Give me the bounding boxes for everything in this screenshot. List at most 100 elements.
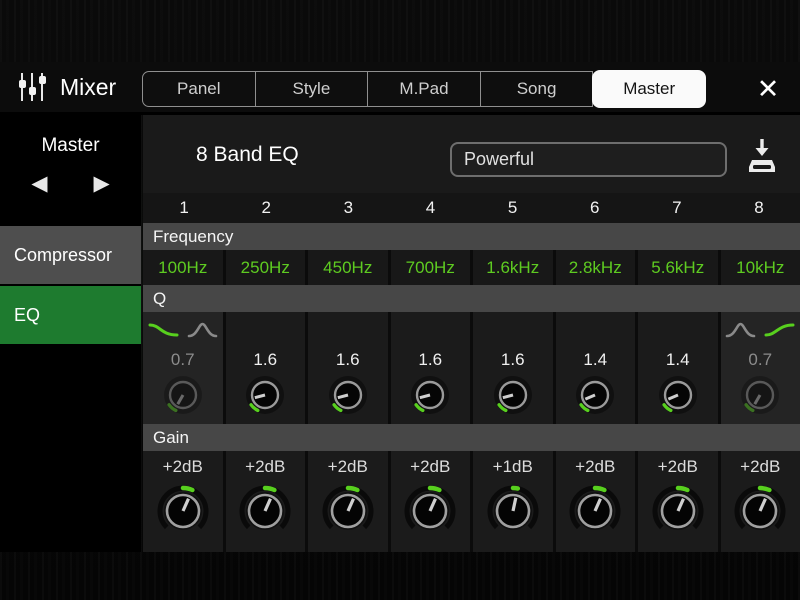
frequency-value-band7[interactable]: 5.6kHz (638, 250, 718, 285)
q-value: 0.7 (170, 350, 195, 369)
gain-control-band4: +2dB (390, 451, 470, 552)
part-prev-arrow-icon[interactable]: ◀ (31, 171, 47, 196)
q-knob[interactable] (572, 371, 618, 419)
sidebar-item-compressor[interactable]: Compressor (0, 226, 141, 284)
q-control-band4: 1.6 (390, 347, 470, 424)
gain-value: +2dB (327, 457, 368, 476)
mixer-sliders-icon (19, 73, 46, 101)
filter-type-band8 (720, 312, 800, 347)
gain-value: +2dB (657, 457, 698, 476)
tab-song[interactable]: Song (480, 71, 594, 107)
q-value: 0.7 (748, 350, 773, 369)
filter-type-band5 (473, 312, 553, 347)
high-shelf-icon[interactable] (764, 320, 795, 340)
gain-control-band2: +2dB (225, 451, 305, 552)
filter-type-band3 (308, 312, 388, 347)
gain-section-header: Gain (143, 424, 800, 451)
gain-control-band7: +2dB (638, 451, 718, 552)
q-control-band5: 1.6 (473, 347, 553, 424)
tab-mpad[interactable]: M.Pad (368, 71, 481, 107)
frequency-value-band3[interactable]: 450Hz (308, 250, 388, 285)
gain-value: +2dB (245, 457, 286, 476)
gain-control-band1: +2dB (143, 451, 223, 552)
frequency-value-band4[interactable]: 700Hz (390, 250, 470, 285)
frequency-value-band6[interactable]: 2.8kHz (555, 250, 635, 285)
gain-value: +2dB (410, 457, 451, 476)
q-knob[interactable] (407, 371, 453, 419)
part-next-arrow-icon[interactable]: ▶ (94, 171, 110, 196)
filter-type-band1 (143, 312, 223, 347)
band-number-row: 1 2 3 4 5 6 7 8 (143, 193, 800, 223)
sidebar: Master ◀ ▶ Compressor EQ (0, 115, 141, 552)
frequency-value-row: 100Hz 250Hz 450Hz 700Hz 1.6kHz 2.8kHz 5.… (143, 250, 800, 285)
q-value: 1.6 (335, 350, 360, 369)
tab-style[interactable]: Style (255, 71, 369, 107)
close-icon[interactable]: ✕ (750, 73, 786, 105)
q-knob[interactable] (737, 371, 783, 419)
filter-type-band4 (390, 312, 470, 347)
gain-control-band3: +2dB (308, 451, 388, 552)
gain-knob-row: +2dB +2dB +2dB +2dB +1dB +2dB +2dB +2dB (143, 451, 800, 552)
q-knob[interactable] (242, 371, 288, 419)
q-control-band8: 0.7 (720, 347, 800, 424)
band-number: 5 (507, 198, 518, 217)
q-knob[interactable] (655, 371, 701, 419)
band-number: 7 (672, 198, 682, 217)
gain-knob[interactable] (649, 479, 707, 543)
gain-control-band6: +2dB (555, 451, 635, 552)
eq-panel: 8 Band EQ Powerful 1 2 3 4 5 6 7 8 Frequ… (143, 115, 800, 552)
q-knob[interactable] (490, 371, 536, 419)
q-value: 1.4 (665, 350, 690, 369)
frequency-value-band2[interactable]: 250Hz (225, 250, 305, 285)
q-control-band2: 1.6 (225, 347, 305, 424)
q-knob-row: 0.7 1.6 1.6 1.6 1.6 1.4 1.4 0.7 (143, 347, 800, 424)
frequency-section-header: Frequency (143, 223, 800, 250)
mixer-tabbar: Panel Style M.Pad Song Master (142, 71, 705, 107)
band-number: 3 (343, 198, 354, 217)
gain-knob[interactable] (401, 479, 459, 543)
part-selector-label: Master (41, 135, 100, 156)
tab-master[interactable]: Master (593, 71, 705, 107)
frequency-value-band1[interactable]: 100Hz (143, 250, 223, 285)
q-knob[interactable] (325, 371, 371, 419)
frequency-value-band8[interactable]: 10kHz (720, 250, 800, 285)
q-control-band1: 0.7 (143, 347, 223, 424)
gain-knob[interactable] (484, 479, 542, 543)
gain-value: +2dB (740, 457, 781, 476)
q-control-band3: 1.6 (308, 347, 388, 424)
q-value: 1.6 (500, 350, 525, 369)
frequency-value-band5[interactable]: 1.6kHz (473, 250, 553, 285)
eq-page-title: 8 Band EQ (196, 143, 299, 166)
q-value: 1.6 (253, 350, 278, 369)
q-section-header: Q (143, 285, 800, 312)
band-number: 6 (589, 198, 600, 217)
q-control-band6: 1.4 (555, 347, 635, 424)
filter-type-band7 (638, 312, 718, 347)
preset-selector[interactable]: Powerful (450, 142, 727, 177)
gain-knob[interactable] (731, 479, 789, 543)
gain-knob[interactable] (319, 479, 377, 543)
gain-value: +2dB (575, 457, 616, 476)
band-number: 2 (261, 198, 271, 217)
gain-knob[interactable] (154, 479, 212, 543)
gain-knob[interactable] (236, 479, 294, 543)
q-knob[interactable] (160, 371, 206, 419)
band-number: 4 (425, 198, 436, 217)
part-selector: Master ◀ ▶ (0, 115, 141, 226)
save-to-device-icon (749, 139, 775, 172)
peak-icon[interactable] (187, 320, 218, 340)
gain-knob[interactable] (566, 479, 624, 543)
band-number: 8 (754, 198, 764, 217)
save-preset-button[interactable] (744, 137, 780, 177)
sidebar-item-eq[interactable]: EQ (0, 286, 141, 344)
gain-control-band8: +2dB (720, 451, 800, 552)
mixer-header-bar: Mixer Panel Style M.Pad Song Master ✕ (0, 62, 800, 115)
filter-type-band2 (225, 312, 305, 347)
low-shelf-icon[interactable] (148, 320, 179, 340)
tab-panel[interactable]: Panel (142, 71, 256, 107)
peak-icon[interactable] (725, 320, 756, 340)
q-control-band7: 1.4 (638, 347, 718, 424)
filter-type-band6 (555, 312, 635, 347)
gain-control-band5: +1dB (473, 451, 553, 552)
gain-value: +2dB (162, 457, 203, 476)
